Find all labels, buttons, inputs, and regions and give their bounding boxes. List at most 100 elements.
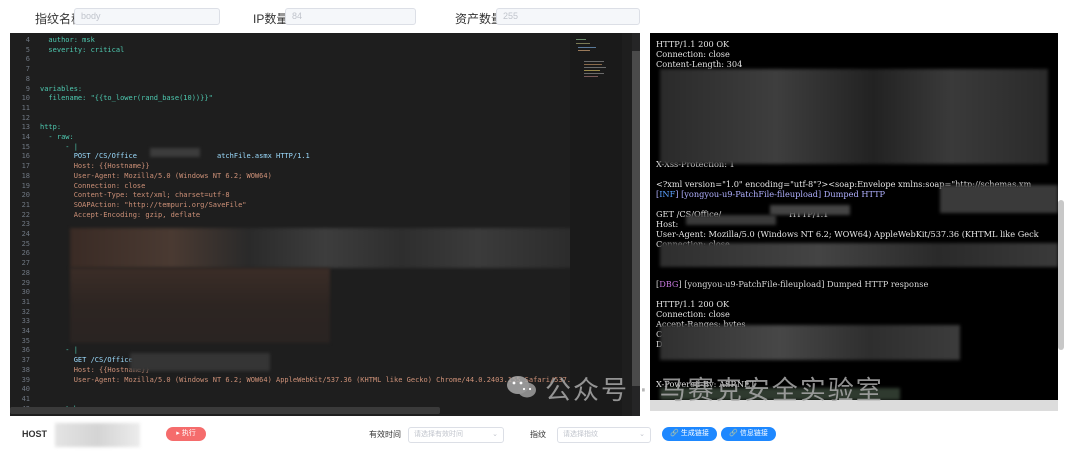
- valid-time-label: 有效时间: [369, 430, 401, 439]
- code-line: User-Agent: Mozilla/5.0 (Windows NT 6.2;…: [40, 171, 272, 180]
- valid-time-select[interactable]: 请选择有效时间 ⌄: [408, 427, 504, 443]
- bottom-action-bar: HOST 有效时间 指纹: [0, 420, 1080, 451]
- line-number: 37: [21, 356, 30, 365]
- ip-count-field[interactable]: 84: [285, 8, 416, 25]
- fingerprint-placeholder: 请选择指纹: [563, 431, 598, 438]
- line-number: 36: [21, 346, 30, 355]
- line-number: 23: [21, 220, 30, 229]
- line-number: 29: [21, 278, 30, 287]
- terminal-line: Connection: close: [656, 49, 730, 59]
- redacted-host-value: [55, 423, 140, 447]
- line-number: 28: [21, 268, 30, 277]
- fingerprint-select[interactable]: 请选择指纹 ⌄: [557, 427, 651, 443]
- code-line: Host: {{Hostname}}: [40, 162, 150, 171]
- watermark-text: 公众号 · 马赛克安全实验室: [545, 376, 884, 406]
- code-line: - |: [40, 142, 78, 151]
- chevron-down-icon: ⌄: [492, 431, 498, 438]
- line-number: 19: [21, 181, 30, 190]
- terminal-line: Content-Length: 304: [656, 59, 743, 69]
- code-line: filename: "{{to_lower(rand_base(10))}}": [40, 94, 213, 103]
- chevron-down-icon: ⌄: [639, 431, 645, 438]
- editor-vertical-scrollbar[interactable]: [632, 33, 640, 416]
- redacted-block: [686, 215, 776, 225]
- asset-count-field[interactable]: 255: [496, 8, 640, 25]
- line-number: 18: [21, 171, 30, 180]
- line-number: 14: [21, 133, 30, 141]
- top-filter-bar: 指纹名称 body IP数量 84 资产数量 255: [0, 0, 1080, 32]
- code-line: - |: [40, 346, 78, 355]
- redacted-block: [70, 268, 330, 343]
- fingerprint-name-value: body: [81, 11, 101, 21]
- code-line: severity: critical: [40, 45, 125, 54]
- line-number: 40: [21, 385, 30, 394]
- line-number: 35: [21, 336, 30, 345]
- terminal-output[interactable]: HTTP/1.1 200 OK Connection: close Content-…: [650, 33, 1058, 411]
- code-line: GET /CS/Office: [40, 356, 133, 365]
- code-line: Connection: close: [40, 181, 146, 190]
- valid-time-placeholder: 请选择有效时间: [414, 431, 463, 438]
- code-line: Accept-Encoding: gzip, deflate: [40, 210, 201, 219]
- code-line: Content-Type: text/xml; charset=utf-8: [40, 191, 230, 200]
- line-number: 6: [25, 55, 30, 64]
- line-number: 4: [25, 36, 30, 44]
- run-button[interactable]: ▸ 执行: [166, 427, 206, 441]
- redacted-block: [940, 185, 1058, 213]
- redacted-block: [130, 353, 270, 371]
- line-number: 32: [21, 307, 30, 316]
- ip-count-label: IP数量: [253, 12, 289, 26]
- yaml-editor[interactable]: 4 author: msk 5 severity: critical 6 7 8 9 var…: [10, 33, 640, 416]
- line-number: 38: [21, 365, 30, 374]
- line-number: 31: [21, 297, 30, 306]
- line-number: 30: [21, 288, 30, 297]
- line-number: 34: [21, 327, 30, 335]
- terminal-line: HTTP/1.1 200 OK: [656, 39, 730, 49]
- line-number: 22: [21, 210, 30, 219]
- line-number: 15: [21, 142, 30, 151]
- line-number: 33: [21, 317, 30, 326]
- generate-link-button[interactable]: 🔗 生成链接: [662, 427, 717, 441]
- redacted-block: [660, 69, 1048, 164]
- line-number: 41: [21, 394, 30, 403]
- terminal-line: [INF] [yongyou-u9-PatchFile-fileupload] …: [656, 189, 886, 199]
- line-number: 20: [21, 191, 30, 200]
- link-icon: 🔗: [729, 430, 738, 437]
- ip-count-value: 84: [292, 11, 303, 21]
- line-number: 9: [25, 84, 30, 93]
- fingerprint-select-label: 指纹: [530, 430, 546, 439]
- code-line: variables:: [40, 84, 83, 93]
- line-number: 12: [21, 113, 30, 122]
- generate-link-label: 生成链接: [680, 430, 709, 437]
- line-number: 39: [21, 375, 30, 384]
- info-link-button[interactable]: 🔗 信息链接: [721, 427, 776, 441]
- line-number: 5: [25, 45, 30, 54]
- info-link-label: 信息链接: [739, 430, 768, 437]
- line-number: 10: [21, 94, 30, 103]
- code-line: User-Agent: Mozilla/5.0 (Windows NT 6.2;…: [40, 375, 580, 384]
- wechat-icon: [507, 376, 536, 398]
- editor-minimap[interactable]: [570, 33, 622, 416]
- line-number: 16: [21, 152, 30, 161]
- line-number: 25: [21, 239, 30, 248]
- code-line: http:: [40, 123, 62, 132]
- editor-horizontal-scrollbar[interactable]: [10, 407, 440, 414]
- line-number: 27: [21, 259, 30, 268]
- terminal-line: User-Agent: Mozilla/5.0 (Windows NT 6.2;…: [656, 229, 1039, 239]
- redacted-block: [660, 243, 1058, 267]
- redacted-block: [770, 205, 850, 215]
- line-number: 13: [21, 123, 30, 132]
- code-line: - raw:: [40, 133, 74, 141]
- fingerprint-name-field[interactable]: body: [74, 8, 220, 25]
- terminal-line: [DBG] [yongyou-u9-PatchFile-fileupload] …: [656, 279, 929, 289]
- line-number: 7: [25, 65, 30, 74]
- editor-code-area[interactable]: 4 author: msk 5 severity: critical 6 7 8 9 var…: [10, 33, 580, 416]
- line-number: 8: [25, 74, 30, 83]
- editor-scroll-thumb[interactable]: [632, 51, 640, 386]
- terminal-line: Host:: [656, 219, 679, 229]
- code-line: SOAPAction: "http://tempuri.org/SaveFile…: [40, 200, 247, 209]
- terminal-scrollbar[interactable]: [1058, 200, 1064, 350]
- host-label: HOST: [22, 429, 48, 439]
- line-number: 24: [21, 230, 30, 238]
- code-line: author: msk: [40, 36, 95, 44]
- terminal-line: Connection: close: [656, 309, 730, 319]
- redacted-block: [70, 228, 580, 268]
